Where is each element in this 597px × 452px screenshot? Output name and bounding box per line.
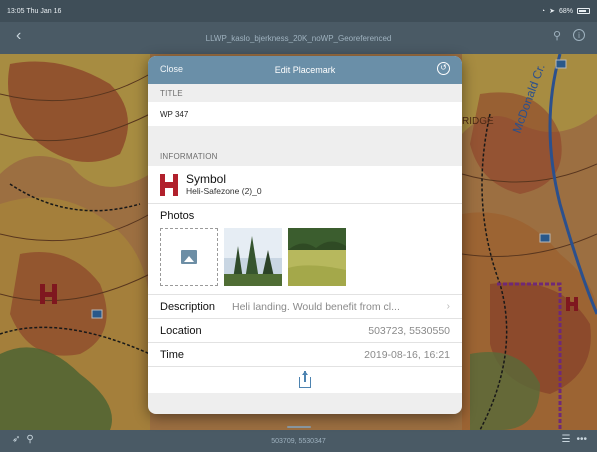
reset-icon[interactable]: ↺ [437,62,450,75]
share-row [148,367,462,393]
heli-safezone-icon [160,173,178,196]
map-title: LLWP_kaslo_bjerkness_20K_noWP_Georeferen… [205,33,392,43]
symbol-value: Heli-Safezone (2)_0 [186,186,262,196]
status-time: 13:05 [7,7,25,15]
status-bar: 13:05 Thu Jan 16 ◔ ➤ 68% [0,0,597,22]
add-photo-button[interactable] [160,228,218,286]
description-row[interactable]: Description Heli landing. Would benefit … [148,295,462,319]
location-value: 503723, 5530550 [368,324,450,337]
battery-percent: 68% [558,7,573,15]
search-icon[interactable]: ⚲ [553,29,561,42]
time-row[interactable]: Time 2019-08-16, 16:21 [148,343,462,367]
title-field[interactable]: WP 347 [148,102,462,126]
edit-placemark-sheet: Close Edit Placemark ↺ TITLE WP 347 INFO… [148,56,462,414]
more-icon[interactable]: ••• [576,434,587,445]
description-label: Description [160,300,216,313]
chevron-right-icon: › [446,301,450,312]
location-icon: ➤ [549,8,555,15]
time-label: Time [160,348,185,361]
close-button[interactable]: Close [160,64,183,74]
share-icon[interactable] [297,371,313,389]
photos-label: Photos [160,210,195,222]
symbol-label: Symbol [186,172,227,186]
sheet-grabber[interactable] [287,426,311,428]
location-label: Location [160,324,202,337]
sheet-title: Edit Placemark [274,65,336,75]
coordinate-readout: 503709, 5530347 [271,437,326,445]
chevron-left-icon[interactable]: ‹ [16,27,21,45]
information-block: Symbol Heli-Safezone (2)_0 Photos Descri… [148,166,462,393]
navigation-bar: ‹ LLWP_kaslo_bjerkness_20K_noWP_Georefer… [0,22,597,54]
bottom-toolbar: ➶ ⚲ 503709, 5530347 ☰ ••• [0,430,597,452]
photo-thumbnail-meadow[interactable] [288,228,346,286]
locate-icon[interactable]: ➶ [12,434,20,445]
symbol-row[interactable]: Symbol Heli-Safezone (2)_0 [148,166,462,204]
photos-section: Photos [148,204,462,295]
layers-icon[interactable]: ☰ [562,434,571,445]
battery-icon [577,8,590,14]
status-date: Thu Jan 16 [26,7,62,15]
title-section-label: TITLE [160,88,183,98]
photo-thumbnail-forest[interactable] [224,228,282,286]
wifi-icon: ◔ [540,7,546,15]
information-section-label: INFORMATION [160,152,218,161]
image-icon [181,250,197,264]
location-row[interactable]: Location 503723, 5530550 [148,319,462,343]
sheet-header: Close Edit Placemark ↺ [148,56,462,84]
time-value: 2019-08-16, 16:21 [364,348,450,361]
info-icon[interactable]: i [573,29,585,41]
description-value: Heli landing. Would benefit from cl... [232,300,400,313]
pin-icon[interactable]: ⚲ [26,434,33,445]
